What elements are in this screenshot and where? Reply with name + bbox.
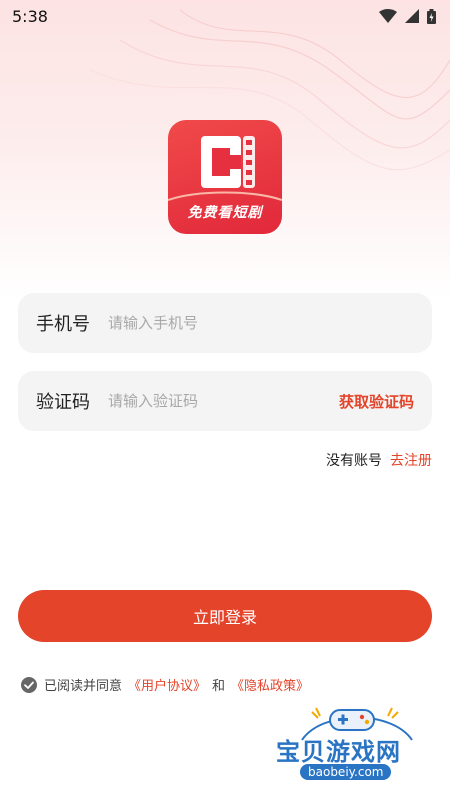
logo-text: 免费看短剧 (187, 205, 263, 221)
cellular-icon (405, 9, 419, 23)
status-icons (379, 8, 436, 24)
code-input[interactable] (108, 392, 339, 410)
agreement-row: 已阅读并同意 《用户协议》 和 《隐私政策》 (20, 675, 309, 694)
register-line: 没有账号 去注册 (326, 450, 432, 470)
privacy-policy-link[interactable]: 《隐私政策》 (231, 675, 309, 694)
watermark-title: 宝贝游戏网 (276, 738, 401, 766)
phone-input[interactable] (108, 314, 414, 332)
code-label: 验证码 (36, 392, 90, 413)
user-agreement-link[interactable]: 《用户协议》 (128, 675, 206, 694)
phone-field[interactable]: 手机号 (18, 293, 432, 353)
status-bar: 5:38 (0, 0, 450, 32)
login-button[interactable]: 立即登录 (18, 590, 432, 642)
get-code-button[interactable]: 获取验证码 (339, 391, 414, 412)
agreement-and: 和 (212, 679, 226, 694)
check-circle-icon[interactable] (20, 676, 38, 694)
register-link[interactable]: 去注册 (390, 450, 432, 470)
status-time: 5:38 (12, 6, 48, 26)
code-field[interactable]: 验证码 获取验证码 (18, 371, 432, 431)
watermark: 宝贝游戏网 baobeiy.com (272, 702, 442, 792)
watermark-url: baobeiy.com (300, 764, 392, 780)
app-logo: 免费看短剧 (168, 120, 282, 234)
no-account-text: 没有账号 (326, 453, 382, 469)
agreement-prefix: 已阅读并同意 (44, 679, 123, 694)
wifi-icon (379, 9, 397, 23)
battery-icon (427, 8, 436, 24)
phone-label: 手机号 (36, 314, 90, 335)
